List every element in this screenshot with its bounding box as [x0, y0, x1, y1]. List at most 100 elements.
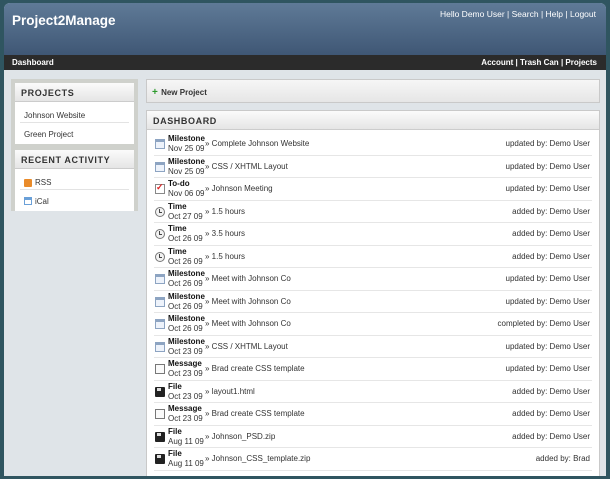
- row-status: updated by: Demo User: [505, 341, 591, 351]
- row-type: Milestone: [168, 336, 205, 346]
- row-date: Oct 23 09: [168, 414, 203, 423]
- toolbar: + New Project: [146, 79, 600, 103]
- logo[interactable]: Project2Manage: [12, 13, 116, 28]
- projects-list: Johnson Website Green Project: [15, 102, 134, 144]
- separator: |: [560, 58, 564, 67]
- separator: |: [565, 9, 568, 19]
- row-date: Aug 11 09: [168, 436, 204, 446]
- row-type: Milestone: [168, 291, 205, 301]
- table-row: To-doNov 06 09» Johnson Meeting updated b…: [154, 178, 592, 201]
- table-row: Milestone Nov 25 09» CSS / XHTML Layout up…: [154, 156, 592, 178]
- row-status: added by: Demo User: [512, 251, 590, 261]
- row-type: Time: [168, 246, 187, 256]
- file-icon: [155, 431, 165, 442]
- row-type: File: [168, 449, 182, 458]
- plus-icon: +: [152, 87, 158, 98]
- row-title-link[interactable]: » Meet with Johnson Co: [205, 319, 291, 328]
- table-row: Time Oct 26 09» 1.5 hours added by: Demo U…: [154, 246, 592, 268]
- row-status: updated by: Demo User: [505, 274, 591, 283]
- ical-link[interactable]: iCal: [20, 190, 129, 208]
- row-type: Time: [168, 201, 187, 211]
- app-window: Project2Manage Hello Demo User | Search …: [4, 3, 606, 476]
- rss-label: RSS: [35, 178, 52, 187]
- new-project-label: New Project: [161, 88, 207, 97]
- row-type: Milestone: [168, 314, 205, 323]
- nav-right-links: Account | Trash Can | Projects: [481, 58, 597, 67]
- row-status: added by: Demo User: [512, 229, 590, 238]
- table-row: Time Oct 26 09» 3.5 hours added by: Demo U…: [154, 223, 592, 246]
- row-status: updated by: Demo User: [505, 139, 591, 148]
- row-title-link[interactable]: » 3.5 hours: [205, 229, 245, 238]
- row-type: Milestone: [168, 269, 205, 278]
- main-content: + New Project DASHBOARD Milestone Nov 25 …: [146, 79, 600, 476]
- row-status: added by: Brad: [535, 454, 590, 463]
- todo-icon: [155, 182, 165, 194]
- table-row: File Aug 11 09» Johnson_PSD.zip added by: …: [154, 426, 592, 448]
- row-type: File: [168, 426, 182, 436]
- row-status: updated by: Demo User: [505, 296, 591, 306]
- row-date: Oct 26 09: [168, 234, 203, 243]
- nav-projects[interactable]: Projects: [565, 58, 597, 67]
- row-title-link[interactable]: » Complete Johnson Website: [205, 139, 309, 148]
- nav-bar: Dashboard Account | Trash Can | Projects: [4, 55, 606, 70]
- logout-link[interactable]: Logout: [570, 9, 596, 19]
- header: Project2Manage Hello Demo User | Search …: [4, 3, 606, 55]
- sidebar-item-project[interactable]: Johnson Website: [20, 105, 129, 123]
- sidebar-item-project[interactable]: Green Project: [20, 123, 129, 141]
- row-title-link[interactable]: » Brad create CSS template: [205, 364, 305, 373]
- activity-rows: Milestone Nov 25 09» Complete Johnson Web…: [147, 130, 599, 471]
- clock-icon: [155, 206, 165, 217]
- row-title-link[interactable]: » Johnson_PSD.zip: [205, 432, 275, 441]
- row-status: updated by: Demo User: [505, 161, 591, 171]
- user-links: Hello Demo User | Search | Help | Logout: [440, 9, 596, 19]
- table-row: File Oct 23 09» layout1.html added by: Dem…: [154, 381, 592, 403]
- row-type: File: [168, 381, 182, 391]
- nav-account[interactable]: Account: [481, 58, 513, 67]
- row-title-link[interactable]: » Meet with Johnson Co: [205, 274, 291, 283]
- row-date: Oct 27 09: [168, 211, 203, 221]
- row-title-link[interactable]: » Brad create CSS template: [205, 409, 305, 418]
- file-icon: [155, 454, 165, 464]
- row-status: added by: Demo User: [512, 431, 590, 441]
- row-status: added by: Demo User: [512, 386, 590, 396]
- separator: |: [507, 9, 510, 19]
- row-status: updated by: Demo User: [505, 364, 591, 373]
- nav-trash[interactable]: Trash Can: [520, 58, 559, 67]
- row-title-link[interactable]: » Meet with Johnson Co: [205, 297, 291, 306]
- row-title-link[interactable]: » layout1.html: [205, 387, 255, 396]
- row-type: Milestone: [168, 156, 205, 166]
- row-title-link[interactable]: » CSS / XHTML Layout: [205, 342, 288, 351]
- projects-heading: PROJECTS: [15, 83, 134, 102]
- dashboard-heading: DASHBOARD: [147, 111, 599, 130]
- calendar-icon: [24, 197, 32, 205]
- new-project-button[interactable]: + New Project: [152, 87, 207, 98]
- help-link[interactable]: Help: [546, 9, 563, 19]
- row-title-link[interactable]: » Johnson Meeting: [205, 184, 273, 193]
- row-date: Oct 26 09: [168, 279, 203, 288]
- row-date: Aug 11 09: [168, 459, 204, 468]
- table-row: Milestone Oct 23 09» CSS / XHTML Layout up…: [154, 336, 592, 358]
- nav-dashboard[interactable]: Dashboard: [12, 58, 54, 67]
- table-row: Milestone Oct 26 09» Meet with Johnson Co…: [154, 268, 592, 291]
- row-date: Oct 23 09: [168, 346, 203, 356]
- greeting-link[interactable]: Hello Demo User: [440, 9, 505, 19]
- table-row: Milestone Nov 25 09» Complete Johnson Web…: [154, 133, 592, 156]
- row-status: added by: Demo User: [512, 409, 590, 418]
- row-title-link[interactable]: » Johnson_CSS_template.zip: [205, 454, 310, 463]
- milestone-icon: [155, 274, 165, 284]
- row-date: Nov 06 09: [168, 189, 205, 198]
- row-title-link[interactable]: » 1.5 hours: [205, 207, 245, 216]
- row-type: Time: [168, 224, 187, 233]
- row-type: To-do: [168, 179, 190, 188]
- milestone-icon: [155, 341, 165, 352]
- search-link[interactable]: Search: [512, 9, 539, 19]
- row-title-link[interactable]: » CSS / XHTML Layout: [205, 162, 288, 171]
- sidebar: PROJECTS Johnson Website Green Project R…: [11, 79, 138, 211]
- clock-icon: [155, 251, 165, 262]
- rss-link[interactable]: RSS: [20, 172, 129, 190]
- row-title-link[interactable]: » 1.5 hours: [205, 252, 245, 261]
- row-date: Oct 26 09: [168, 324, 203, 333]
- message-icon: [155, 409, 165, 419]
- milestone-icon: [155, 161, 165, 172]
- table-row: Milestone Oct 26 09» Meet with Johnson Co…: [154, 291, 592, 313]
